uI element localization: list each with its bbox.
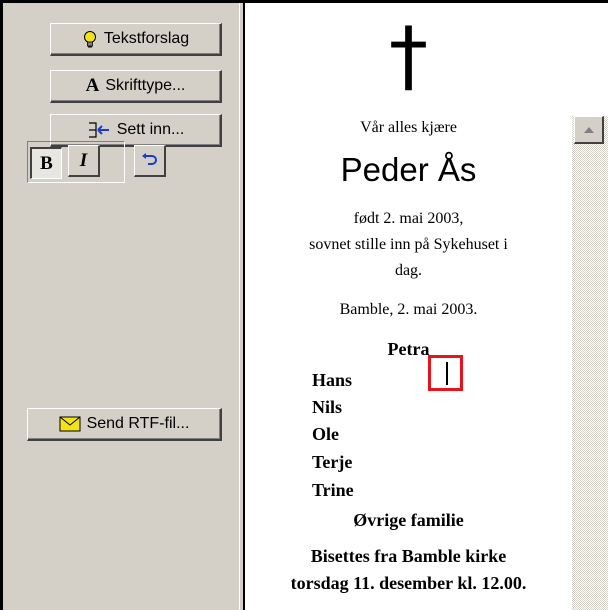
deceased-name: Peder Ås xyxy=(340,151,477,188)
bold-button[interactable]: B xyxy=(30,147,62,179)
font-button[interactable]: A Skrifttype... xyxy=(50,70,222,103)
insert-button-label: Sett inn... xyxy=(116,121,185,138)
text-suggestion-label: Tekstforslag xyxy=(103,30,190,47)
envelope-icon xyxy=(59,416,81,432)
cursor-highlight-box xyxy=(428,355,463,391)
arrow-up-icon xyxy=(583,126,594,133)
other-family-text: Øvrige familie xyxy=(353,510,464,530)
child-name: Hans xyxy=(312,370,353,390)
scrollbar-gap xyxy=(572,3,608,116)
text-suggestion-button[interactable]: Tekstforslag xyxy=(50,23,222,56)
died-text-line2: dag. xyxy=(394,262,423,279)
insert-icon xyxy=(87,120,111,140)
child-name: Nils xyxy=(312,397,343,417)
intro-text: Vår alles kjære xyxy=(360,119,457,136)
vertical-scrollbar[interactable] xyxy=(572,3,608,610)
funeral-text-line1: Bisettes fra Bamble kirke xyxy=(310,546,507,566)
font-button-label: Skrifttype... xyxy=(105,77,186,94)
font-a-icon: A xyxy=(85,75,100,96)
lightbulb-icon xyxy=(82,30,98,48)
child-name: Ole xyxy=(312,424,339,444)
italic-label: I xyxy=(79,149,88,171)
spouse-name: Petra xyxy=(387,339,430,359)
place-date-text: Bamble, 2. mai 2003. xyxy=(339,301,478,318)
italic-button[interactable]: I xyxy=(68,145,100,177)
text-caret xyxy=(446,362,448,385)
scroll-up-button[interactable] xyxy=(574,116,604,144)
tool-panel: Tekstforslag A Skrifttype... Sett inn...… xyxy=(3,3,239,610)
child-name: Trine xyxy=(312,480,354,500)
cross-symbol: † xyxy=(389,12,428,102)
obituary-document[interactable]: † Vår alles kjære Peder Ås født 2. mai 2… xyxy=(245,3,572,610)
child-name: Terje xyxy=(312,452,353,472)
undo-icon xyxy=(141,150,159,172)
died-text-line1: sovnet stille inn på Sykehuset i xyxy=(309,236,508,253)
funeral-text-line2: torsdag 11. desember kl. 12.00. xyxy=(290,573,527,593)
send-rtf-label: Send RTF-fil... xyxy=(86,415,190,432)
undo-button[interactable] xyxy=(134,145,166,177)
bold-label: B xyxy=(40,152,53,174)
send-rtf-button[interactable]: Send RTF-fil... xyxy=(27,408,222,441)
born-text: født 2. mai 2003, xyxy=(353,210,464,227)
